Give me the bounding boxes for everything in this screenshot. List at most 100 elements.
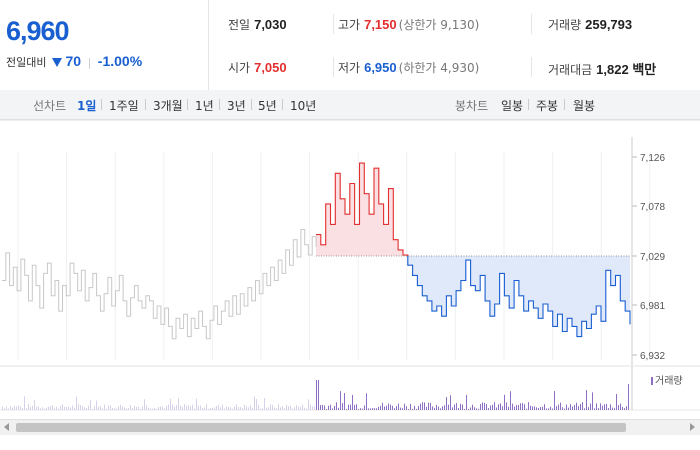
stat-value: 7,050	[254, 60, 287, 75]
volume-bar	[330, 404, 331, 410]
prev-volume-bar	[114, 408, 115, 410]
period-3y[interactable]: 3년	[227, 97, 246, 114]
volume-bar	[574, 404, 575, 410]
prev-volume-bar	[140, 408, 141, 410]
volume-bar	[408, 408, 409, 410]
prev-volume-bar	[36, 406, 37, 410]
volume-bar	[486, 404, 487, 410]
period-10y[interactable]: 10년	[290, 97, 316, 114]
prev-volume-bar	[68, 406, 69, 410]
chart-toolbar: 선차트 1일 1주일 3개월 1년 3년 5년 10년 봉차트 일봉 주봉 월봉	[0, 90, 700, 120]
volume-bar	[578, 406, 579, 410]
candle-weekly[interactable]: 주봉	[536, 97, 558, 114]
volume-bar	[536, 407, 537, 410]
prev-volume-bar	[138, 406, 139, 410]
quote-header: 6,960 전일대비 70 | -1.00% 전일 7,030 고가 7,150 (상…	[0, 0, 700, 91]
scroll-right-arrow-icon[interactable]	[690, 423, 695, 431]
prev-volume-bar	[248, 407, 249, 410]
prev-volume-bar	[306, 408, 307, 410]
volume-bar	[494, 402, 495, 410]
prev-volume-bar	[186, 405, 187, 410]
prev-volume-bar	[166, 405, 167, 410]
volume-bar	[442, 406, 443, 410]
prev-volume-bar	[182, 406, 183, 410]
prev-volume-bar	[160, 406, 161, 410]
volume-bar	[622, 406, 623, 410]
volume-bar	[360, 408, 361, 410]
volume-bar	[614, 408, 615, 410]
volume-bar	[592, 392, 593, 410]
prev-volume-bar	[288, 406, 289, 410]
prev-volume-bar	[284, 408, 285, 410]
volume-bar	[598, 408, 599, 410]
prev-volume-bar	[86, 407, 87, 410]
volume-bar	[572, 406, 573, 410]
stat-open: 시가 7,050	[228, 59, 287, 76]
stat-value: 6,950	[364, 60, 397, 75]
prev-volume-bar	[202, 407, 203, 410]
prev-volume-bar	[88, 405, 89, 410]
y-tick-label: 7,078	[640, 202, 665, 213]
volume-bar	[538, 407, 539, 410]
divider	[333, 14, 334, 34]
volume-bar	[468, 408, 469, 410]
horizontal-scrollbar[interactable]	[0, 419, 700, 435]
prev-day-line	[2, 229, 317, 340]
prev-volume-bar	[132, 408, 133, 410]
prev-volume-bar	[302, 404, 303, 410]
prev-volume-bar	[314, 406, 315, 410]
prev-volume-bar	[6, 406, 7, 410]
volume-bar	[362, 408, 363, 410]
volume-bar	[334, 405, 335, 410]
prev-volume-bar	[22, 408, 23, 410]
volume-bar	[404, 403, 405, 410]
price-box: 6,960 전일대비 70 | -1.00%	[0, 0, 209, 90]
prev-volume-bar	[98, 406, 99, 410]
chart-fill-areas	[316, 163, 630, 337]
prev-volume-bar	[216, 406, 217, 410]
volume-bar	[388, 403, 389, 410]
volume-bar	[356, 404, 357, 410]
period-1w[interactable]: 1주일	[109, 97, 139, 114]
prev-volume-bar	[104, 404, 105, 410]
volume-bar	[504, 394, 505, 410]
prev-volume-bar	[62, 404, 63, 410]
scroll-thumb[interactable]	[16, 423, 626, 432]
volume-bar	[444, 405, 445, 410]
volume-bar	[628, 384, 629, 410]
scroll-left-arrow-icon[interactable]	[4, 423, 9, 431]
prev-volume-bar	[272, 405, 273, 410]
period-1y[interactable]: 1년	[195, 97, 214, 114]
prev-volume-bar	[296, 405, 297, 410]
prev-volume-bar	[234, 406, 235, 410]
prev-volume-bar	[28, 404, 29, 410]
prev-volume-bar	[174, 406, 175, 410]
prev-volume-bar	[8, 408, 9, 410]
prev-volume-bar	[260, 408, 261, 410]
prev-volume-bar	[2, 406, 3, 410]
volume-bar	[370, 408, 371, 410]
prev-volume-bar	[30, 406, 31, 410]
prev-volume-bar	[176, 405, 177, 410]
prev-volume-bar	[258, 404, 259, 410]
prev-volume-bar	[40, 408, 41, 410]
volume-bar	[462, 404, 463, 410]
prev-volume-bar	[12, 407, 13, 410]
prev-volume-bar	[128, 407, 129, 410]
prev-volume-bar	[226, 406, 227, 410]
stat-label: 거래대금	[548, 63, 593, 77]
prev-volume-bar	[76, 396, 77, 410]
volume-bar	[430, 402, 431, 410]
stat-low: 저가 6,950 (하한가 4,930)	[338, 59, 479, 76]
prev-volume-bar	[156, 408, 157, 410]
period-1d[interactable]: 1일	[77, 97, 96, 114]
prev-volume-bar	[92, 408, 93, 410]
period-3m[interactable]: 3개월	[153, 97, 183, 114]
prev-volume-bar	[108, 405, 109, 410]
period-5y[interactable]: 5년	[258, 97, 277, 114]
candle-daily[interactable]: 일봉	[501, 97, 523, 114]
candle-monthly[interactable]: 월봉	[573, 97, 595, 114]
prev-volume-bar	[230, 407, 231, 410]
volume-bar	[456, 403, 457, 410]
stat-amount: 거래대금 1,822 백만	[548, 59, 656, 78]
